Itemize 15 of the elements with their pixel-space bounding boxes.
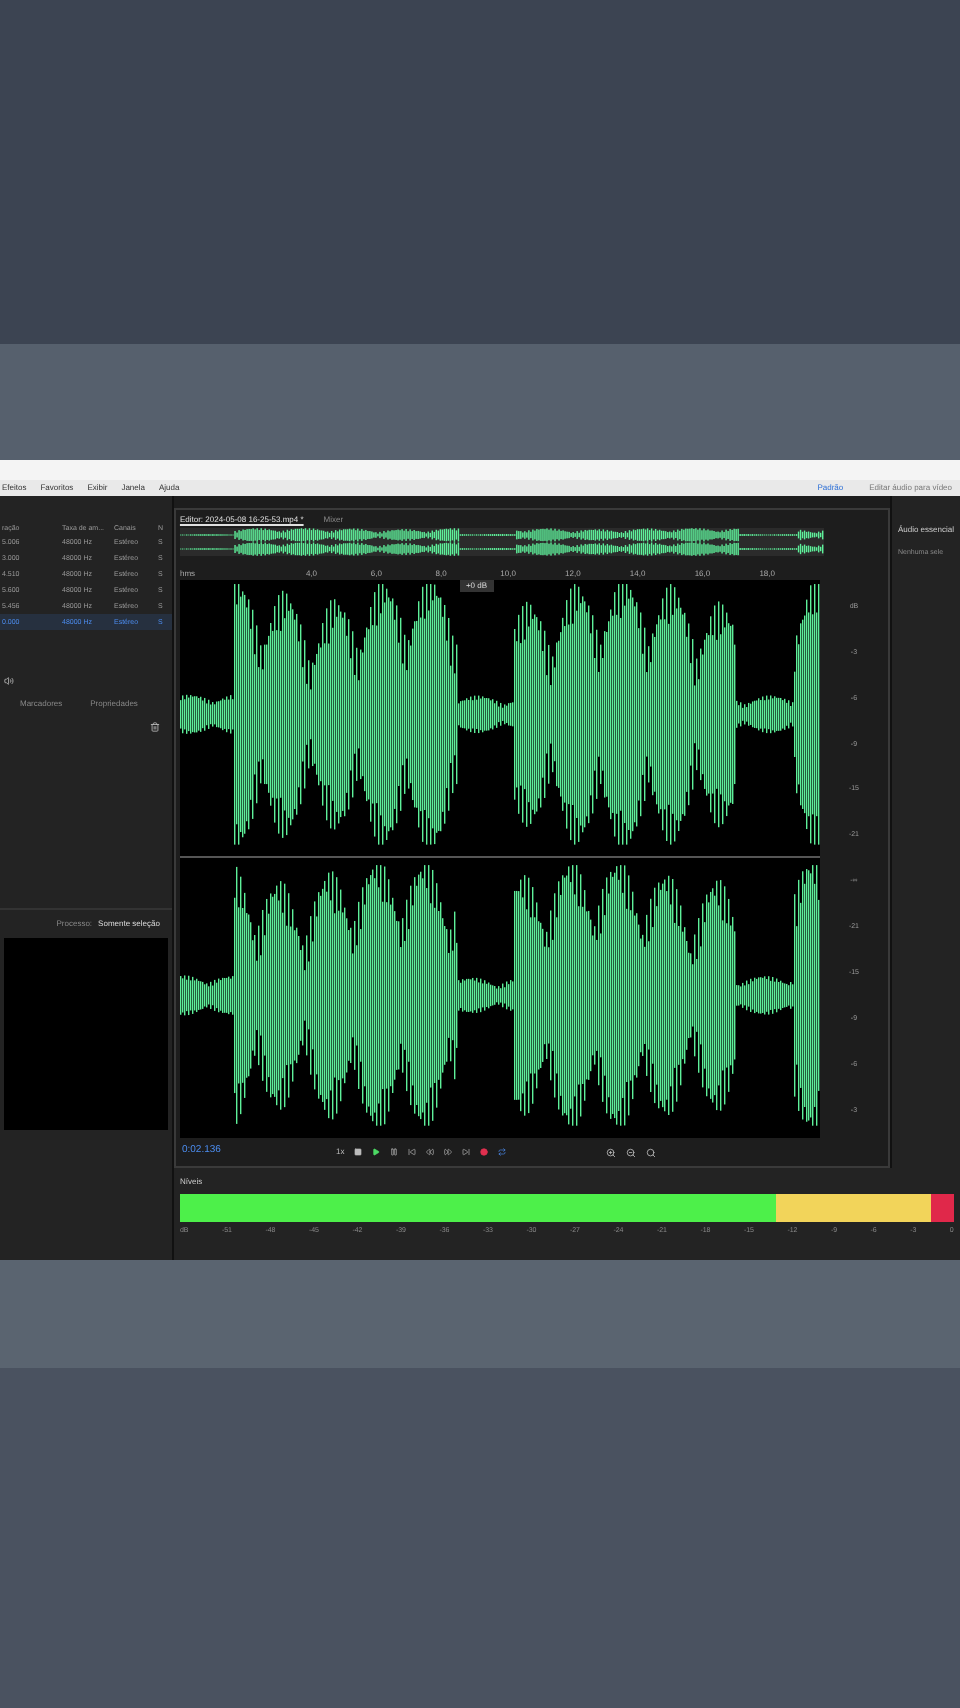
rewind-icon[interactable] [426,1148,435,1156]
play-icon[interactable] [372,1148,381,1156]
fast-forward-icon[interactable] [444,1148,453,1156]
zoom-in-icon[interactable] [606,1147,617,1157]
speaker-icon[interactable] [4,676,14,687]
pause-icon[interactable] [390,1148,399,1156]
overview-waveform-drawing[interactable] [179,528,824,556]
skip-back-icon[interactable] [408,1148,417,1156]
trash-icon[interactable] [149,722,160,733]
stop-icon[interactable] [354,1148,363,1156]
zoom-out-icon[interactable] [626,1147,637,1157]
record-icon[interactable] [480,1148,489,1156]
search-icon[interactable] [646,1147,657,1157]
skip-forward-icon[interactable] [462,1148,471,1156]
loop-icon[interactable] [498,1148,507,1156]
